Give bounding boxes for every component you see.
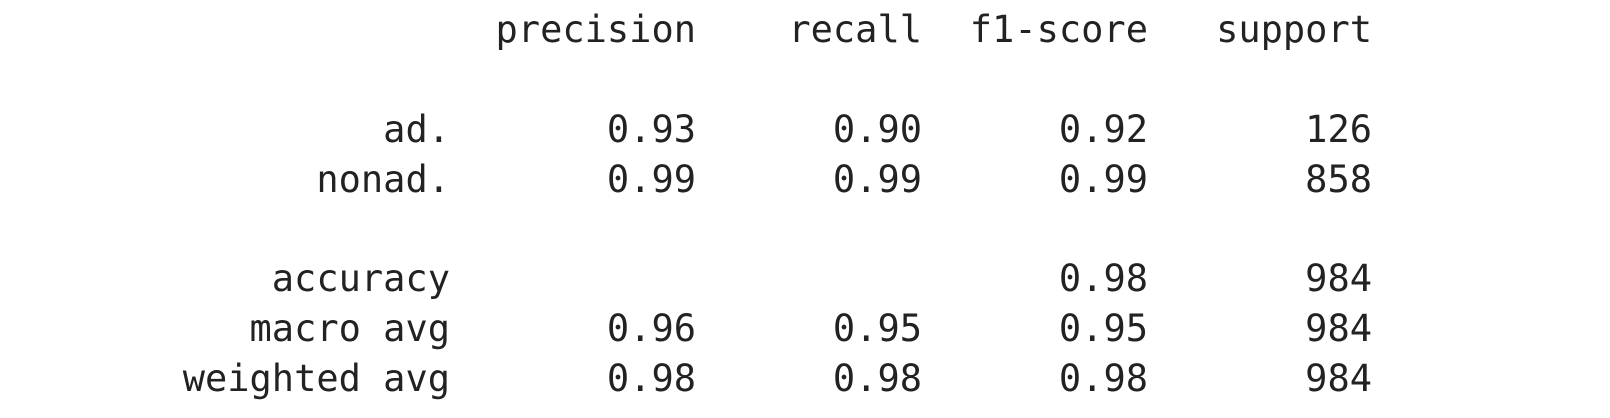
column-header-precision: precision: [495, 8, 696, 51]
row-label: weighted avg: [182, 357, 450, 400]
precision-value: 0.96: [606, 307, 696, 350]
column-header-support: support: [1216, 8, 1372, 51]
row-label: ad.: [383, 108, 450, 151]
f1-score-value: 0.98: [1058, 257, 1148, 300]
table-row-accuracy: accuracy 0.98 984: [0, 254, 1610, 304]
f1-score-value: 0.98: [1058, 357, 1148, 400]
table-row-ad: ad. 0.93 0.90 0.92 126: [0, 105, 1610, 155]
row-label: nonad.: [316, 158, 450, 201]
f1-score-value: 0.92: [1058, 108, 1148, 151]
precision-value: 0.98: [606, 357, 696, 400]
column-header-f1-score: f1-score: [969, 8, 1148, 51]
row-label: accuracy: [271, 257, 450, 300]
support-value: 858: [1305, 158, 1372, 201]
support-value: 126: [1305, 108, 1372, 151]
recall-value: 0.98: [832, 357, 922, 400]
classification-report: precision recall f1-score support ad. 0.…: [0, 0, 1610, 418]
f1-score-value: 0.99: [1058, 158, 1148, 201]
precision-value: 0.93: [606, 108, 696, 151]
support-value: 984: [1305, 307, 1372, 350]
table-row-macro-avg: macro avg 0.96 0.95 0.95 984: [0, 304, 1610, 354]
column-header-recall: recall: [788, 8, 922, 51]
support-value: 984: [1305, 257, 1372, 300]
recall-value: 0.99: [832, 158, 922, 201]
table-row-nonad: nonad. 0.99 0.99 0.99 858: [0, 155, 1610, 205]
row-label: macro avg: [249, 307, 450, 350]
f1-score-value: 0.95: [1058, 307, 1148, 350]
header-row: precision recall f1-score support: [0, 5, 1610, 55]
support-value: 984: [1305, 357, 1372, 400]
recall-value: 0.95: [832, 307, 922, 350]
recall-value: 0.90: [832, 108, 922, 151]
table-row-weighted-avg: weighted avg 0.98 0.98 0.98 984: [0, 354, 1610, 404]
precision-value: 0.99: [606, 158, 696, 201]
